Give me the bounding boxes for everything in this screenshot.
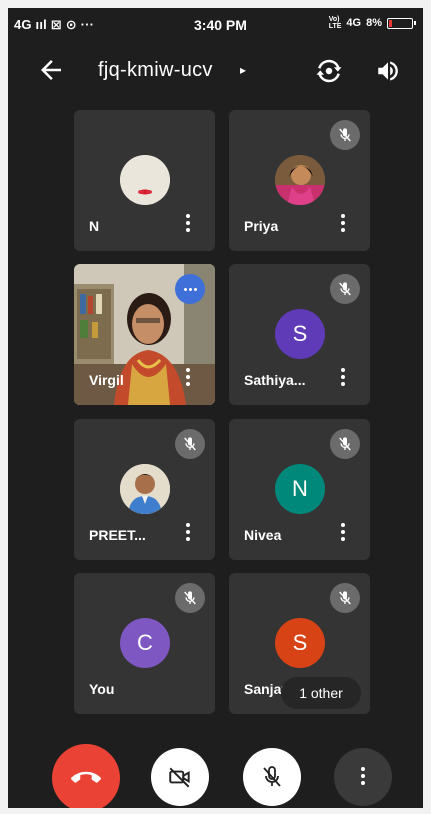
mic-off-icon [175,429,205,459]
signal-indicators: 4G ııl ⊠ ⊙ ··· [14,17,95,32]
end-call-icon [71,771,101,783]
battery-percent: 8% [366,17,382,29]
participant-tile[interactable]: Priya [229,110,370,251]
more-vertical-icon[interactable] [185,214,191,234]
meeting-code[interactable]: fjq-kmiw-ucv [98,59,213,82]
camera-toggle-button[interactable] [151,748,209,806]
mic-off-icon [330,120,360,150]
mic-toggle-button[interactable] [243,748,301,806]
mic-off-icon [175,583,205,613]
speaker-icon[interactable] [374,58,402,84]
more-options-button[interactable] [334,748,392,806]
avatar-photo [120,464,170,514]
switch-camera-icon[interactable] [314,56,344,86]
volte-indicator: Vo) LTE [328,16,342,30]
status-bar: 4G ııl ⊠ ⊙ ··· 3:40 PM Vo) LTE 4G 8% [8,8,423,38]
participant-name: Virgil [89,372,124,388]
avatar [120,464,170,514]
more-vertical-icon[interactable] [185,523,191,543]
mic-off-icon [330,274,360,304]
avatar-initial: S [275,618,325,668]
participant-video-tile[interactable]: Virgil [74,264,215,405]
more-vertical-icon[interactable] [340,523,346,543]
mic-off-icon [263,766,281,787]
more-vertical-icon[interactable] [340,214,346,234]
avatar-initial: N [275,464,325,514]
participant-tile-self[interactable]: C You [74,573,215,714]
network-type: 4G [346,17,362,29]
status-right: Vo) LTE 4G 8% [328,16,416,30]
avatar-photo [275,155,325,205]
back-arrow-icon[interactable] [36,55,66,85]
mic-off-icon [330,583,360,613]
participant-name: PREET... [89,527,146,543]
avatar-initial: S [275,309,325,359]
avatar [275,155,325,205]
participant-name: N [89,218,100,234]
more-vertical-icon[interactable] [340,368,346,388]
meeting-header: fjq-kmiw-ucv ▸ [8,53,423,93]
participant-tile[interactable]: PREET... [74,419,215,560]
participant-name: Priya [244,218,279,234]
overflow-participants-chip[interactable]: 1 other [281,677,361,709]
mic-off-icon [330,429,360,459]
participant-name: Nivea [244,527,282,543]
meeting-details-caret[interactable]: ▸ [240,63,246,77]
avatar [120,155,170,205]
participant-name: You [89,681,115,697]
clock: 3:40 PM [194,17,247,33]
avatar-photo [120,155,170,205]
end-call-button[interactable] [52,744,120,808]
more-vertical-icon[interactable] [185,368,191,388]
participant-name: Sathiya... [244,372,306,388]
participant-tile[interactable]: N [74,110,215,251]
participant-tile[interactable]: S Sathiya... [229,264,370,405]
camera-off-icon [169,767,190,788]
participant-tile[interactable]: N Nivea [229,419,370,560]
battery-icon [387,17,416,29]
avatar-initial: C [120,618,170,668]
more-vertical-icon [360,767,366,787]
meet-call-screen: 4G ııl ⊠ ⊙ ··· 3:40 PM Vo) LTE 4G 8% fjq-… [8,8,423,808]
speaking-indicator-icon [175,274,205,304]
